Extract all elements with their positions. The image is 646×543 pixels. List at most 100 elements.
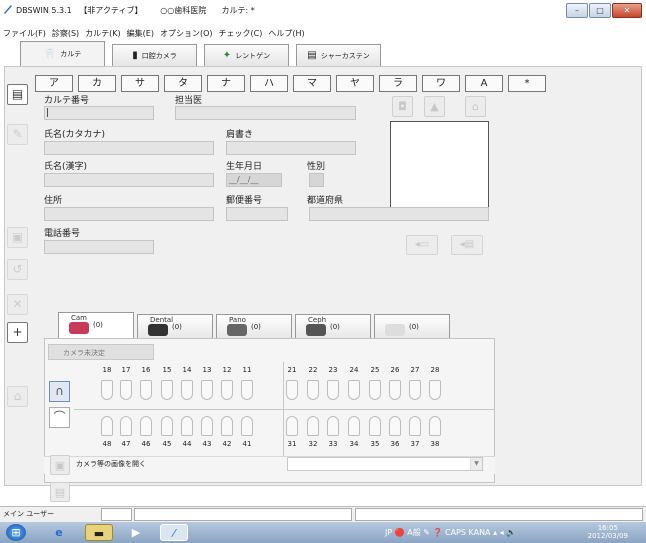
upper-tooth[interactable]: [101, 380, 113, 400]
home-icon[interactable]: ⌂: [7, 386, 28, 407]
clock[interactable]: 16:05 2012/03/09: [588, 524, 628, 540]
upper-tooth[interactable]: [221, 380, 233, 400]
tab-chart[interactable]: 🦷 カルテ: [20, 41, 105, 66]
open-image-icon[interactable]: ▣: [50, 455, 70, 475]
upper-tooth[interactable]: [140, 380, 152, 400]
menu-edit[interactable]: 編集(E): [124, 27, 157, 41]
image-tab-other[interactable]: (0): [374, 314, 450, 338]
image-tab-pano[interactable]: Pano (0): [216, 314, 292, 338]
card-read-icon[interactable]: ◂▭: [406, 235, 438, 255]
folder-icon[interactable]: ▬: [85, 524, 113, 541]
kana-name-input[interactable]: [44, 141, 214, 155]
lower-jaw-icon[interactable]: ⌒: [49, 407, 70, 428]
patient-list-icon[interactable]: ▤: [7, 84, 28, 105]
close-button[interactable]: ✕: [612, 3, 642, 18]
lower-tooth[interactable]: [286, 416, 298, 436]
camera-state-button[interactable]: カメラ未決定: [48, 344, 154, 360]
card-write-icon[interactable]: ◂▤: [451, 235, 483, 255]
address-input[interactable]: [44, 207, 214, 221]
kana-button-ta[interactable]: タ: [164, 75, 202, 92]
lower-tooth[interactable]: [140, 416, 152, 436]
lower-tooth[interactable]: [327, 416, 339, 436]
upper-tooth[interactable]: [181, 380, 193, 400]
delete-icon[interactable]: ✕: [7, 294, 28, 315]
lower-tooth[interactable]: [348, 416, 360, 436]
menu-options[interactable]: オプション(O): [157, 27, 216, 41]
save-icon[interactable]: ▣: [7, 227, 28, 248]
kana-button-wa[interactable]: ワ: [422, 75, 460, 92]
photo-capture-icon[interactable]: ◘: [392, 96, 413, 117]
media-player-icon[interactable]: ▶: [122, 524, 150, 541]
upper-tooth[interactable]: [307, 380, 319, 400]
browser-icon[interactable]: e: [45, 524, 73, 541]
lower-tooth[interactable]: [101, 416, 113, 436]
upper-tooth[interactable]: [409, 380, 421, 400]
image-tab-cam[interactable]: Cam (0): [58, 312, 134, 338]
edit-card-icon[interactable]: ✎: [7, 124, 28, 145]
lower-tooth[interactable]: [307, 416, 319, 436]
chart-number-input[interactable]: |: [44, 106, 154, 120]
kana-button-ma[interactable]: マ: [293, 75, 331, 92]
tab-intraoral-camera[interactable]: ▮ 口腔カメラ: [112, 44, 197, 66]
minimize-button[interactable]: –: [566, 3, 588, 18]
doctor-field[interactable]: [175, 106, 356, 120]
upper-tooth[interactable]: [348, 380, 360, 400]
kana-button-ha[interactable]: ハ: [250, 75, 288, 92]
start-button-icon[interactable]: ⊞: [6, 524, 26, 541]
prefecture-input[interactable]: [309, 207, 489, 221]
lower-tooth[interactable]: [120, 416, 132, 436]
all-button[interactable]: *: [508, 75, 546, 92]
kana-button-ya[interactable]: ヤ: [336, 75, 374, 92]
phone-input[interactable]: [44, 240, 154, 254]
upper-tooth[interactable]: [241, 380, 253, 400]
upper-tooth[interactable]: [161, 380, 173, 400]
image-tab-dental[interactable]: Dental (0): [137, 314, 213, 338]
menu-file[interactable]: ファイル(F): [0, 27, 49, 41]
lower-tooth[interactable]: [409, 416, 421, 436]
maximize-button[interactable]: □: [589, 3, 611, 18]
birthdate-input[interactable]: __/__/__: [226, 173, 282, 187]
lower-tooth[interactable]: [161, 416, 173, 436]
upper-tooth[interactable]: [369, 380, 381, 400]
upper-tooth[interactable]: [389, 380, 401, 400]
kana-button-a[interactable]: ア: [35, 75, 73, 92]
image-tab-ceph[interactable]: Ceph (0): [295, 314, 371, 338]
extra-tool-icon[interactable]: ▤: [50, 482, 70, 502]
lower-tooth[interactable]: [181, 416, 193, 436]
upper-tooth[interactable]: [120, 380, 132, 400]
upper-tooth[interactable]: [286, 380, 298, 400]
undo-icon[interactable]: ↺: [7, 259, 28, 280]
kanji-name-input[interactable]: [44, 173, 214, 187]
lower-tooth[interactable]: [369, 416, 381, 436]
upper-tooth[interactable]: [327, 380, 339, 400]
kana-button-ra[interactable]: ラ: [379, 75, 417, 92]
image-source-select[interactable]: ▼: [287, 457, 483, 471]
upper-jaw-icon[interactable]: ∩: [49, 381, 70, 402]
menu-exam[interactable]: 診察(S): [49, 27, 82, 41]
chevron-down-icon[interactable]: ▼: [470, 458, 482, 470]
dbswin-taskbar-icon[interactable]: ⁄: [160, 524, 188, 541]
upper-tooth[interactable]: [201, 380, 213, 400]
title-input[interactable]: [226, 141, 356, 155]
tab-xray[interactable]: ✦ レントゲン: [204, 44, 289, 66]
lower-tooth[interactable]: [429, 416, 441, 436]
postal-code-input[interactable]: [226, 207, 288, 221]
upper-tooth[interactable]: [429, 380, 441, 400]
dental-image-icon: [148, 324, 168, 336]
tab-viewer[interactable]: ▤ シャーカステン: [296, 44, 381, 66]
menu-help[interactable]: ヘルプ(H): [265, 27, 307, 41]
sex-field[interactable]: [309, 173, 324, 187]
menu-check[interactable]: チェック(C): [216, 27, 266, 41]
lower-tooth[interactable]: [389, 416, 401, 436]
new-patient-icon[interactable]: +: [7, 322, 28, 343]
lower-tooth[interactable]: [241, 416, 253, 436]
kana-button-sa[interactable]: サ: [121, 75, 159, 92]
lower-tooth[interactable]: [201, 416, 213, 436]
kana-button-na[interactable]: ナ: [207, 75, 245, 92]
lower-tooth[interactable]: [221, 416, 233, 436]
photo-import-icon[interactable]: ▲: [424, 96, 445, 117]
alpha-button[interactable]: A: [465, 75, 503, 92]
kana-button-ka[interactable]: カ: [78, 75, 116, 92]
menu-chart[interactable]: カルテ(K): [82, 27, 124, 41]
photo-delete-icon[interactable]: ⌂: [465, 96, 486, 117]
